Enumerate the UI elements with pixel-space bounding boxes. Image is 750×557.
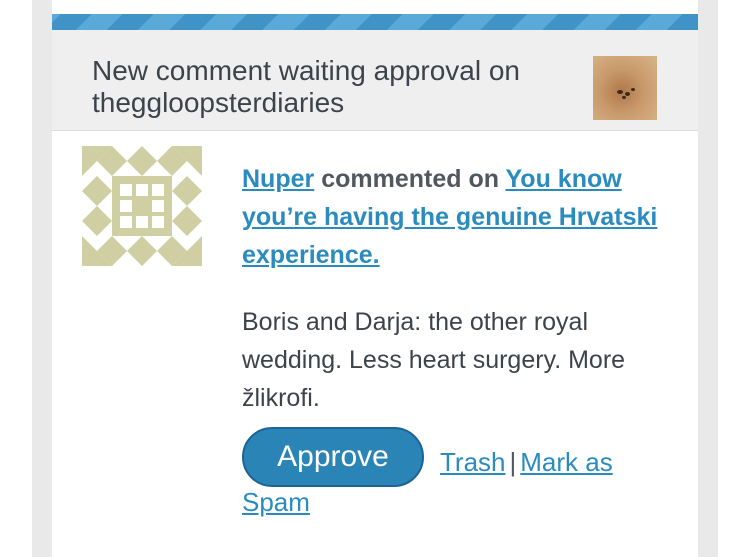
left-gutter	[32, 0, 52, 557]
notification-header: New comment waiting approval on theggloo…	[52, 30, 698, 131]
comment-text: Boris and Darja: the other royal wedding…	[242, 308, 626, 412]
approve-button[interactable]: Approve	[242, 427, 424, 487]
right-gutter	[698, 0, 718, 557]
trash-link[interactable]: Trash	[440, 447, 506, 477]
comment-verb: commented on	[321, 165, 506, 193]
comment-heading: Nuper commented on You know you’re havin…	[242, 160, 682, 274]
accent-stripe-bar	[52, 14, 698, 30]
identicon-avatar-icon	[82, 146, 202, 266]
blog-thumbnail-icon	[593, 56, 657, 120]
notification-title: New comment waiting approval on theggloo…	[92, 55, 520, 118]
action-separator: |	[509, 447, 517, 477]
comment-author-link[interactable]: Nuper	[242, 165, 314, 193]
notification-card: New comment waiting approval on theggloo…	[52, 14, 698, 557]
